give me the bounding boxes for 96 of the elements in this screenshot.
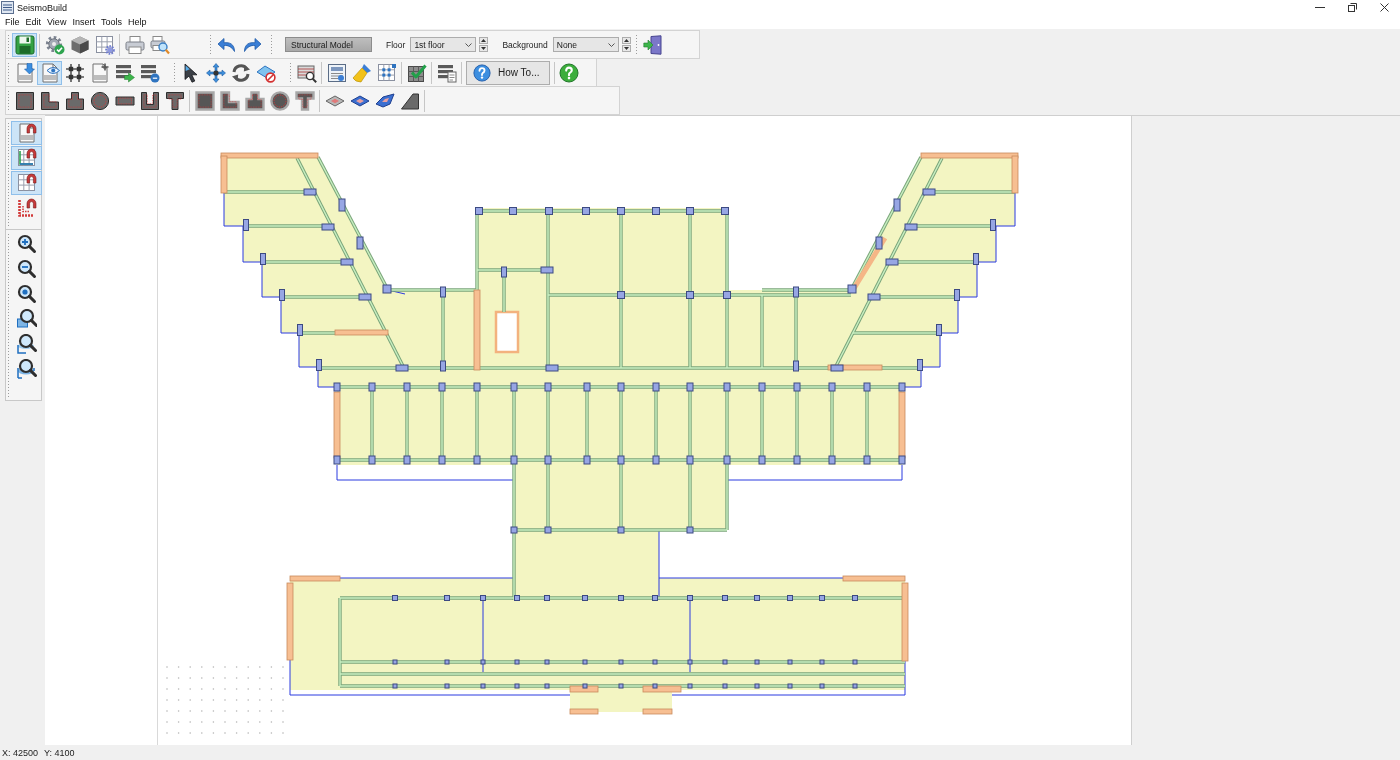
t-jacket-button[interactable]	[292, 88, 317, 113]
toolbar-grip[interactable]	[289, 62, 292, 83]
exit-button[interactable]	[640, 32, 665, 57]
menu-item[interactable]: Help	[124, 17, 150, 27]
minimize-icon	[1315, 7, 1325, 8]
menu-item[interactable]: Insert	[69, 17, 98, 27]
magnet-points-icon	[16, 198, 37, 218]
square-section-icon	[14, 90, 35, 111]
print-preview-icon	[149, 34, 170, 55]
dwg-snap-button[interactable]	[11, 121, 42, 145]
field-label: Background	[502, 39, 548, 50]
close-icon	[1379, 3, 1389, 12]
chevron-down-icon	[607, 42, 615, 47]
how-to-button[interactable]: How To...	[466, 60, 550, 85]
dropdown[interactable]: None	[552, 37, 619, 52]
stepped-jacket-icon	[244, 90, 265, 111]
circle-section-icon	[89, 90, 110, 111]
show-dwg-button[interactable]	[37, 60, 62, 85]
stepped-jacket-button[interactable]	[242, 88, 267, 113]
magnet-document-icon	[16, 123, 37, 143]
x-coordinate: X: 42500	[2, 747, 39, 758]
toolbar-grip[interactable]	[7, 34, 10, 55]
grid-snap-button[interactable]	[11, 171, 42, 195]
zoom-out-icon	[16, 259, 37, 279]
caret-up-icon	[481, 39, 487, 42]
toolbar-grip[interactable]	[209, 34, 212, 55]
chevron-down-icon	[465, 42, 473, 47]
spin-down-button[interactable]	[621, 45, 631, 52]
move-arrows-icon	[205, 62, 226, 83]
stepped-section-icon	[64, 90, 85, 111]
spin-up-button[interactable]	[479, 37, 489, 44]
spin-down-button[interactable]	[479, 45, 489, 52]
menu-item[interactable]: File	[2, 17, 23, 27]
layers-arrow-icon	[114, 62, 135, 83]
toolbar-grip[interactable]	[7, 90, 10, 111]
save-button[interactable]	[12, 32, 37, 57]
ramp-icon	[399, 90, 420, 111]
grid-nodes-icon	[376, 62, 397, 83]
toolbar-grip[interactable]	[7, 233, 10, 397]
help-icon	[473, 63, 491, 82]
axes-snap-button[interactable]	[11, 146, 42, 170]
circular-jacket-button[interactable]	[267, 88, 292, 113]
circle-jacket-icon	[269, 90, 290, 111]
l-jacket-button[interactable]	[217, 88, 242, 113]
grid-tick-icon	[406, 62, 427, 83]
zoom-all-icon	[16, 359, 37, 379]
dropdown[interactable]: 1st floor	[410, 37, 477, 52]
u-section-icon	[139, 90, 160, 111]
zoom-window-icon	[16, 309, 37, 329]
t-section-icon	[164, 90, 185, 111]
toolbar-grip[interactable]	[270, 34, 273, 55]
menu-item[interactable]: Edit	[22, 17, 45, 27]
toolbar-grip[interactable]	[7, 62, 10, 83]
model-button[interactable]: Structural Model	[285, 37, 372, 52]
node-grid-icon	[64, 62, 85, 83]
toolbar-grip[interactable]	[173, 62, 176, 83]
t-jacket-icon	[294, 90, 315, 111]
field-label: Floor	[386, 39, 406, 50]
cube-icon	[69, 34, 90, 55]
layers-badge-icon	[139, 62, 160, 83]
menu-item[interactable]: Tools	[97, 17, 125, 27]
y-coordinate: Y: 4100	[44, 747, 75, 758]
printer-icon	[124, 34, 145, 55]
help-button[interactable]	[556, 60, 582, 85]
toolbar-grip[interactable]	[7, 122, 10, 226]
paint-brush-icon	[351, 62, 372, 83]
l-jacket-icon	[219, 90, 240, 111]
document-plus-icon	[89, 62, 110, 83]
gear-check-icon	[44, 34, 65, 55]
report-icon	[326, 62, 347, 83]
app-logo-icon	[1, 1, 14, 14]
magnet-grid-icon	[16, 173, 37, 193]
toolbar-grip[interactable]	[635, 34, 638, 55]
zoom-in-icon	[16, 234, 37, 254]
caret-up-icon	[623, 39, 629, 42]
move-button[interactable]	[203, 60, 228, 85]
document-arrow-icon	[14, 62, 35, 83]
help-icon	[559, 62, 579, 83]
layers-document-icon	[436, 62, 457, 83]
rotate-icon	[230, 62, 251, 83]
zoom-center-icon	[16, 284, 37, 304]
magnet-axes-icon	[16, 148, 37, 168]
document-eye-icon	[39, 62, 60, 83]
square-jacket-button[interactable]	[192, 88, 217, 113]
restore-icon	[1347, 3, 1357, 12]
grid-gear-icon	[94, 34, 115, 55]
caret-down-icon	[481, 47, 487, 50]
caret-down-icon	[623, 47, 629, 50]
menu-item[interactable]: View	[44, 17, 70, 27]
l-section-icon	[39, 90, 60, 111]
plan-magnifier-icon	[296, 62, 317, 83]
exit-door-icon	[642, 34, 663, 55]
square-jacket-icon	[194, 90, 215, 111]
zoom-extents-icon	[16, 334, 37, 354]
window-title: SeismoBuild	[17, 2, 68, 13]
spin-up-button[interactable]	[621, 37, 631, 44]
